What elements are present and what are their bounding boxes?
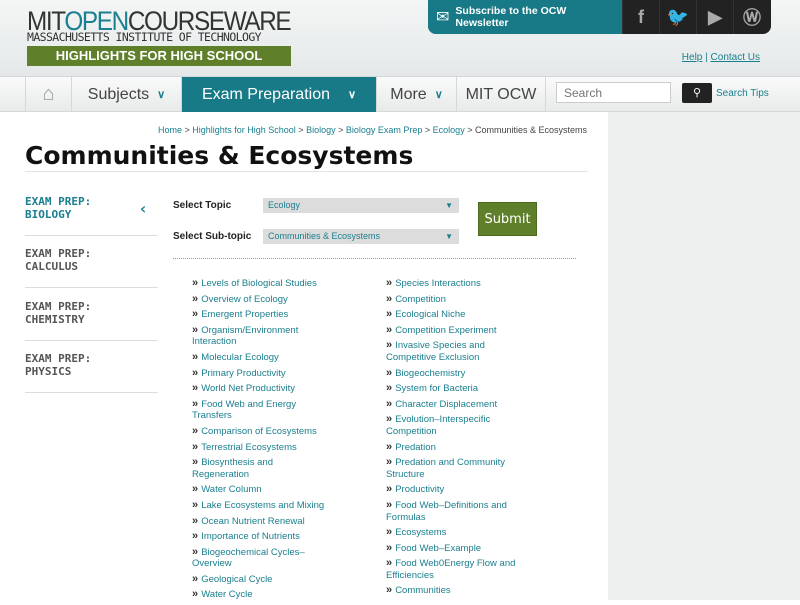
topic-link[interactable]: Geological Cycle [192, 574, 332, 586]
topic-link[interactable]: Lake Ecosystems and Mixing [192, 500, 332, 512]
topic-link[interactable]: Overview of Ecology [192, 294, 332, 306]
envelope-icon: ✉ [436, 9, 450, 26]
topic-link[interactable]: Competition [386, 294, 521, 306]
subtopic-select[interactable]: Communities & Ecosystems ▼ [263, 229, 459, 244]
sidebar-label: EXAM PREP: PHYSICS [25, 352, 92, 378]
page-title: Communities & Ecosystems [25, 141, 414, 170]
site-header: MITOPENCOURSEWARE MASSACHUSETTS INSTITUT… [0, 0, 800, 76]
nav-label: Subjects [87, 85, 150, 103]
sidebar-item-biology[interactable]: EXAM PREP: BIOLOGY ‹ [25, 195, 158, 236]
chevron-down-icon: ∨ [157, 89, 166, 101]
breadcrumb-link[interactable]: Highlights for High School [192, 125, 296, 135]
topic-link[interactable]: Biogeochemical Cycles–Overview [192, 547, 332, 570]
nav-mit-ocw[interactable]: MIT OCW [457, 77, 546, 112]
topic-link[interactable]: Ocean Nutrient Renewal [192, 516, 332, 528]
right-panel [608, 112, 800, 600]
breadcrumb-current: Communities & Ecosystems [474, 125, 587, 135]
nav-label: More [390, 85, 427, 103]
sidebar-label: EXAM PREP: CALCULUS [25, 247, 92, 273]
topic-link[interactable]: System for Bacteria [386, 383, 521, 395]
topic-link[interactable]: Ecological Niche [386, 309, 521, 321]
topic-link[interactable]: Food Web and Energy Transfers [192, 399, 332, 422]
search-icon: ⚲ [692, 87, 702, 99]
topic-link[interactable]: Predation [386, 442, 521, 454]
subscribe-label: Subscribe to the OCW Newsletter [455, 5, 567, 29]
topic-link[interactable]: Terrestrial Ecosystems [192, 442, 332, 454]
topic-link[interactable]: Food Web–Definitions and Formulas [386, 500, 521, 523]
chevron-down-icon: ∨ [434, 89, 443, 101]
nav-label: MIT OCW [465, 85, 537, 103]
mit-subtitle: MASSACHUSETTS INSTITUTE OF TECHNOLOGY [27, 30, 262, 44]
subscribe-button[interactable]: ✉ Subscribe to the OCW Newsletter [428, 0, 622, 34]
topic-link[interactable]: Comparison of Ecosystems [192, 426, 332, 438]
breadcrumb-link[interactable]: Biology Exam Prep [346, 125, 423, 135]
search-button[interactable]: ⚲ [682, 83, 712, 103]
topic-link[interactable]: Competition Experiment [386, 325, 521, 337]
chevron-down-icon: ∨ [348, 89, 357, 101]
topic-link[interactable]: Predation and Community Structure [386, 457, 521, 480]
topic-link[interactable]: Species Interactions [386, 278, 521, 290]
sidebar-item-calculus[interactable]: EXAM PREP: CALCULUS [25, 247, 158, 288]
dropdown-arrow-icon: ▼ [445, 201, 453, 210]
topic-link[interactable]: Biogeochemistry [386, 368, 521, 380]
topic-link[interactable]: Primary Productivity [192, 368, 332, 380]
nav-label: Exam Preparation [201, 85, 330, 103]
submit-button[interactable]: Submit [478, 202, 537, 236]
topic-link[interactable]: Productivity [386, 484, 521, 496]
topic-link[interactable]: Character Displacement [386, 399, 521, 411]
nav-subjects[interactable]: Subjects ∨ [72, 77, 182, 112]
help-links: Help | Contact Us [682, 52, 760, 63]
sidebar-item-physics[interactable]: EXAM PREP: PHYSICS [25, 352, 158, 393]
topic-label: Select Topic [173, 200, 232, 211]
topic-link[interactable]: Levels of Biological Studies [192, 278, 332, 290]
select-value: Communities & Ecosystems [268, 231, 381, 241]
topic-link[interactable]: Ecosystems [386, 527, 521, 539]
nav-more[interactable]: More ∨ [377, 77, 457, 112]
divider [25, 171, 588, 172]
nav-exam-preparation[interactable]: Exam Preparation ∨ [182, 77, 377, 112]
topic-link[interactable]: Water Cycle [192, 589, 332, 601]
topic-link[interactable]: Evolution–Interspecific Competition [386, 414, 521, 437]
topic-link[interactable]: Water Column [192, 484, 332, 496]
separator: | [705, 52, 708, 63]
breadcrumb-link[interactable]: Biology [306, 125, 336, 135]
sidebar-label: EXAM PREP: BIOLOGY [25, 195, 92, 221]
search-input[interactable] [556, 82, 671, 103]
divider [173, 258, 576, 259]
top-bar: ✉ Subscribe to the OCW Newsletter f 🐦 ▶ Ⓦ [428, 0, 771, 34]
breadcrumb-link[interactable]: Ecology [433, 125, 465, 135]
topic-link[interactable]: Food Web0Energy Flow and Efficiencies [386, 558, 521, 581]
facebook-icon[interactable]: f [622, 0, 659, 34]
dropdown-arrow-icon: ▼ [445, 232, 453, 241]
breadcrumb: Home > Highlights for High School > Biol… [157, 125, 587, 135]
help-link[interactable]: Help [682, 52, 703, 63]
topic-link[interactable]: Food Web–Example [386, 543, 521, 555]
main-nav: ⌂ Subjects ∨ Exam Preparation ∨ More ∨ MIT … [0, 76, 800, 112]
select-value: Ecology [268, 200, 301, 210]
twitter-icon[interactable]: 🐦 [659, 0, 696, 34]
topic-links-left: Levels of Biological Studies Overview of … [192, 278, 332, 605]
home-icon[interactable]: ⌂ [25, 77, 72, 112]
search-tips-link[interactable]: Search Tips [716, 88, 769, 99]
topic-link[interactable]: Communities [386, 585, 521, 597]
topic-link[interactable]: Invasive Species and Competitive Exclusi… [386, 340, 521, 363]
topic-link[interactable]: Organism/Environment Interaction [192, 325, 332, 348]
youtube-icon[interactable]: ▶ [696, 0, 733, 34]
topic-link[interactable]: Biosynthesis and Regeneration [192, 457, 332, 480]
topic-link[interactable]: Importance of Nutrients [192, 531, 332, 543]
topic-link[interactable]: World Net Productivity [192, 383, 332, 395]
topic-link[interactable]: Molecular Ecology [192, 352, 332, 364]
topic-link[interactable]: Emergent Properties [192, 309, 332, 321]
chevron-left-icon: ‹ [138, 199, 148, 218]
sidebar-item-chemistry[interactable]: EXAM PREP: CHEMISTRY [25, 300, 158, 341]
topic-links-right: Species Interactions Competition Ecologica… [386, 278, 521, 601]
wordpress-icon[interactable]: Ⓦ [733, 0, 770, 34]
breadcrumb-link[interactable]: Home [158, 125, 182, 135]
sidebar-label: EXAM PREP: CHEMISTRY [25, 300, 92, 326]
highlights-banner[interactable]: HIGHLIGHTS FOR HIGH SCHOOL [27, 46, 291, 66]
contact-link[interactable]: Contact Us [711, 52, 760, 63]
topic-select[interactable]: Ecology ▼ [263, 198, 459, 213]
subtopic-label: Select Sub-topic [173, 231, 252, 242]
